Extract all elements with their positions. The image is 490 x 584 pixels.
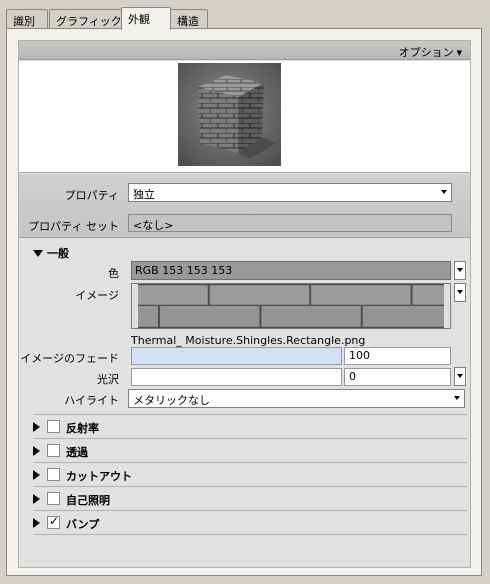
triangle-right-icon	[33, 518, 40, 528]
image-fade-slider[interactable]	[131, 347, 342, 365]
property-set-field: <なし>	[128, 214, 452, 232]
color-field[interactable]: RGB 153 153 153	[131, 261, 451, 280]
tab-identity[interactable]: 識別	[6, 9, 48, 29]
general-section-header[interactable]: 一般	[33, 245, 69, 261]
tab-content-frame: オプション ▼ プロパティ 独立 プロパティ セット <なし> 一般 色 RGB…	[6, 28, 482, 576]
gloss-label: 光沢	[97, 373, 119, 386]
triangle-right-icon	[33, 446, 40, 456]
image-fade-input[interactable]: 100	[344, 347, 451, 365]
reflectivity-checkbox[interactable]	[47, 420, 60, 433]
options-menu[interactable]: オプション ▼	[399, 44, 462, 60]
triangle-down-icon	[33, 250, 43, 257]
image-filename: Thermal_ Moisture.Shingles.Rectangle.png	[131, 334, 366, 347]
reflectivity-label: 反射率	[66, 422, 99, 435]
cutout-label: カットアウト	[66, 470, 132, 483]
image-fade-label: イメージのフェード	[20, 352, 119, 365]
check-icon: ✓	[49, 514, 60, 528]
section-divider	[33, 462, 467, 463]
tab-appearance[interactable]: 外観	[121, 7, 171, 30]
self-illumination-checkbox[interactable]	[47, 492, 60, 505]
gloss-menu-button[interactable]	[454, 367, 466, 386]
section-transparency[interactable]: 透過	[31, 443, 231, 459]
triangle-right-icon	[33, 422, 40, 432]
self-illumination-label: 自己照明	[66, 494, 110, 507]
highlight-select[interactable]: メタリックなし	[128, 389, 465, 408]
section-cutout[interactable]: カットアウト	[31, 467, 231, 483]
chevron-down-icon: ▼	[456, 49, 462, 57]
gloss-input[interactable]: 0	[344, 368, 451, 386]
material-preview-area	[19, 61, 470, 173]
bump-checkbox[interactable]: ✓	[47, 514, 60, 529]
material-preview-image	[178, 63, 281, 166]
color-menu-button[interactable]	[454, 261, 466, 280]
color-label: 色	[108, 267, 119, 280]
property-set-value: <なし>	[133, 219, 174, 232]
triangle-right-icon	[33, 470, 40, 480]
section-divider	[33, 438, 467, 439]
transparency-label: 透過	[66, 446, 88, 459]
section-divider	[33, 534, 467, 535]
property-section: プロパティ 独立 プロパティ セット <なし>	[19, 174, 470, 238]
image-swatch[interactable]	[131, 283, 451, 329]
section-divider	[33, 414, 467, 415]
highlight-label: ハイライト	[64, 394, 119, 407]
image-label: イメージ	[75, 289, 119, 302]
appearance-panel: オプション ▼ プロパティ 独立 プロパティ セット <なし> 一般 色 RGB…	[18, 40, 471, 568]
property-label: プロパティ	[64, 189, 119, 202]
section-divider	[33, 510, 467, 511]
property-select-value: 独立	[133, 188, 155, 201]
bump-label: バンプ	[66, 518, 100, 531]
general-section-title: 一般	[47, 247, 69, 260]
options-label: オプション	[398, 46, 454, 59]
chevron-down-icon	[457, 374, 463, 378]
image-menu-button[interactable]	[454, 283, 466, 302]
section-reflectivity[interactable]: 反射率	[31, 419, 231, 435]
color-value: RGB 153 153 153	[135, 264, 233, 277]
triangle-right-icon	[33, 494, 40, 504]
highlight-select-value: メタリックなし	[133, 394, 210, 407]
chevron-down-icon	[457, 290, 463, 294]
gloss-slider[interactable]	[131, 368, 342, 386]
chevron-down-icon	[441, 190, 447, 194]
tab-graphics[interactable]: グラフィックス	[49, 9, 132, 29]
transparency-checkbox[interactable]	[47, 444, 60, 457]
options-bar: オプション ▼	[19, 41, 470, 60]
section-divider	[33, 486, 467, 487]
chevron-down-icon	[457, 268, 463, 272]
tab-structure[interactable]: 構造	[170, 9, 208, 29]
property-set-label: プロパティ セット	[28, 220, 119, 233]
section-self-illumination[interactable]: 自己照明	[31, 491, 231, 507]
cutout-checkbox[interactable]	[47, 468, 60, 481]
chevron-down-icon	[454, 396, 460, 400]
property-select[interactable]: 独立	[128, 183, 452, 202]
section-bump[interactable]: ✓ バンプ	[31, 514, 231, 531]
gloss-value: 0	[349, 370, 356, 383]
image-fade-value: 100	[349, 349, 370, 362]
